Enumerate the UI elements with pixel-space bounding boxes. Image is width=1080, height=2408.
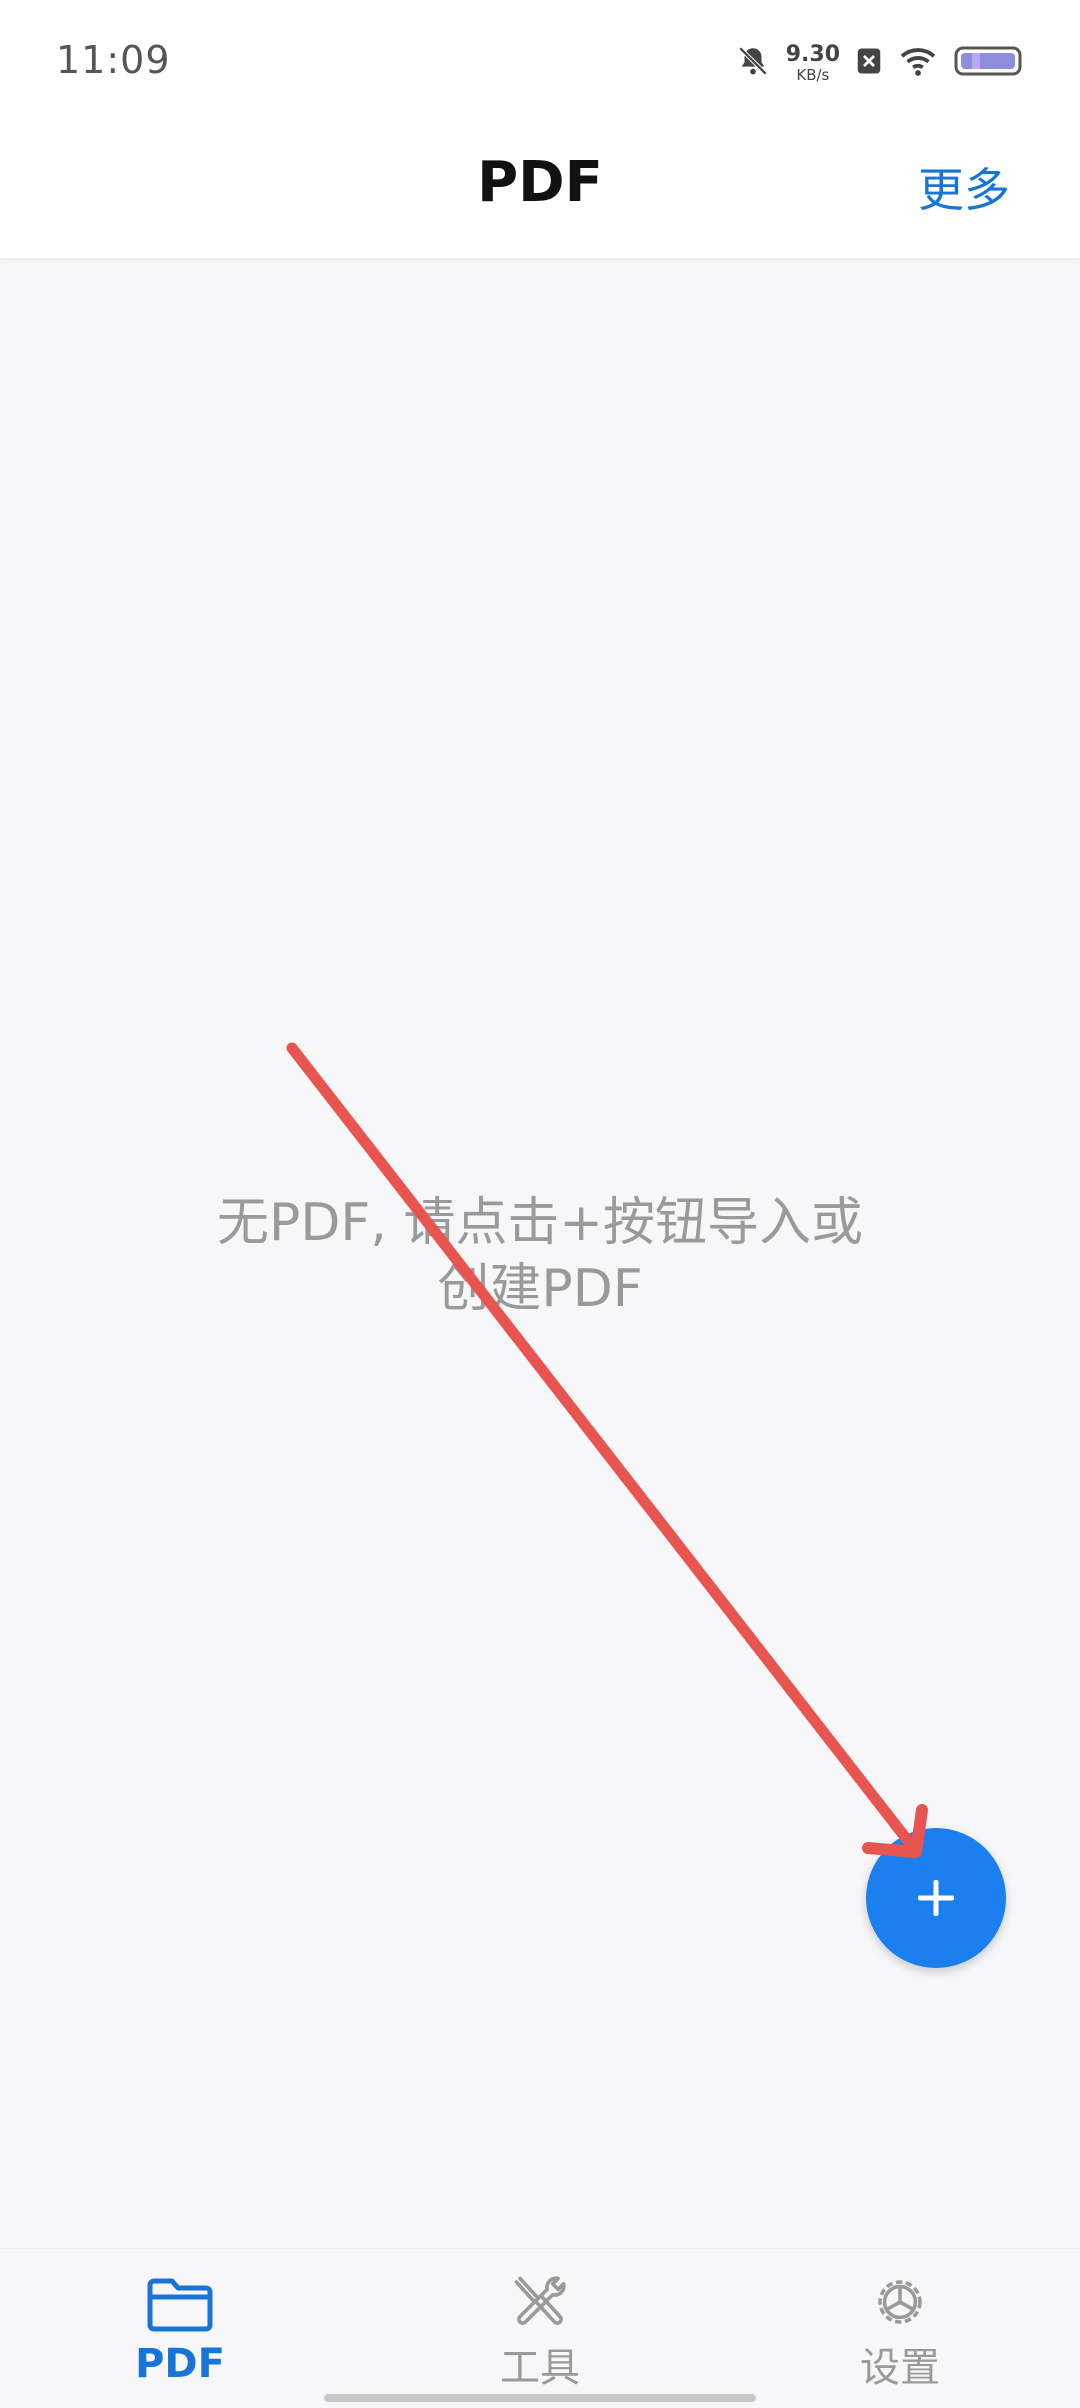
tools-icon bbox=[514, 2276, 566, 2325]
tab-settings[interactable]: 设置 bbox=[800, 2273, 1000, 2393]
net-speed-unit: KB/s bbox=[796, 65, 830, 84]
net-speed-value: 9.30 bbox=[785, 41, 840, 67]
tab-tools-label: 工具 bbox=[500, 2345, 580, 2391]
empty-state-message: 无PDF, 请点击+按钮导入或 创建PDF bbox=[180, 1190, 900, 1322]
app-header: PDF 更多 bbox=[0, 126, 1080, 258]
bell-muted-icon bbox=[736, 44, 770, 82]
gear-icon bbox=[878, 2280, 922, 2324]
tab-tools[interactable]: 工具 bbox=[440, 2273, 640, 2393]
tab-pdf-label: PDF bbox=[135, 2341, 225, 2387]
bottom-nav: PDF 工具 设置 bbox=[0, 2248, 1080, 2408]
screen: 11:09 9.30 KB/s PDF 更多 无PDF, 请点击+按钮导入或 创… bbox=[0, 0, 1080, 2408]
battery-icon bbox=[954, 45, 1024, 81]
wifi-icon bbox=[898, 45, 938, 81]
sim-blocked-icon bbox=[856, 46, 882, 80]
plus-icon bbox=[918, 1880, 954, 1916]
more-button[interactable]: 更多 bbox=[918, 154, 1010, 220]
add-pdf-button[interactable] bbox=[866, 1828, 1006, 1968]
status-time: 11:09 bbox=[56, 38, 171, 82]
empty-state-line-2: 创建PDF bbox=[437, 1259, 643, 1319]
empty-state-line-1: 无PDF, 请点击+按钮导入或 bbox=[217, 1193, 863, 1253]
home-indicator bbox=[324, 2394, 756, 2402]
folder-icon bbox=[147, 2278, 213, 2332]
status-icons: 9.30 KB/s bbox=[736, 36, 1024, 90]
tab-pdf[interactable]: PDF bbox=[80, 2273, 280, 2393]
tab-settings-label: 设置 bbox=[860, 2345, 940, 2391]
status-bar: 11:09 9.30 KB/s bbox=[0, 0, 1080, 126]
network-speed: 9.30 KB/s bbox=[785, 41, 840, 84]
